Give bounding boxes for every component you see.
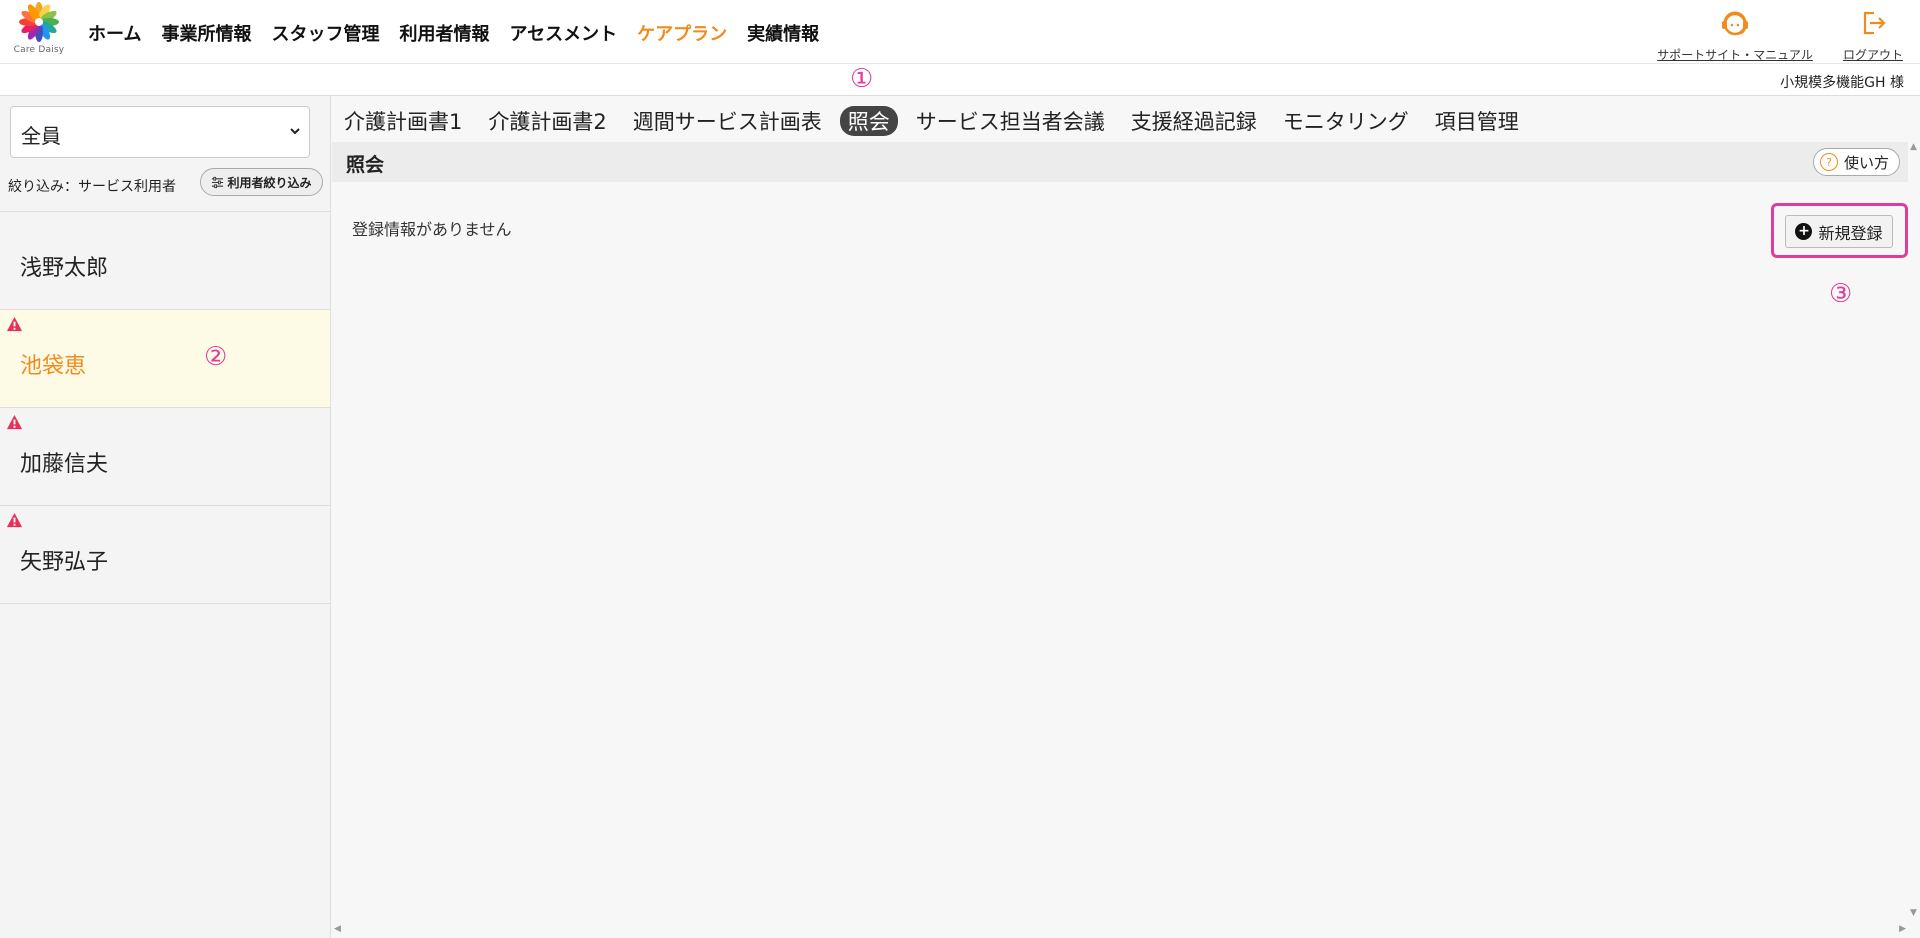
annotation-2: ② xyxy=(204,342,228,372)
headset-icon xyxy=(1722,11,1748,36)
user-item-kato[interactable]: 加藤信夫 xyxy=(0,408,330,506)
nav-user-info[interactable]: 利用者情報 xyxy=(399,20,489,46)
tab-item-management[interactable]: 項目管理 xyxy=(1435,106,1519,136)
how-to-use-button[interactable]: ? 使い方 xyxy=(1812,148,1900,176)
main-content: 介護計画書1 介護計画書2 週間サービス計画表 照会 サービス担当者会議 支援経… xyxy=(332,96,1920,938)
tab-weekly-service-plan[interactable]: 週間サービス計画表 xyxy=(633,106,822,136)
logout-link[interactable]: ログアウト xyxy=(1838,8,1908,63)
question-icon: ? xyxy=(1819,153,1838,171)
facility-name: 小規模多機能GH 様 xyxy=(1780,75,1904,91)
scroll-up-icon[interactable]: ▲ xyxy=(1910,142,1917,152)
user-item-yano[interactable]: 矢野弘子 xyxy=(0,506,330,604)
scroll-down-icon[interactable]: ▼ xyxy=(1910,908,1917,918)
nav-records[interactable]: 実績情報 xyxy=(747,20,819,46)
user-group-select[interactable]: 全員 xyxy=(10,106,310,158)
care-plan-tabs: 介護計画書1 介護計画書2 週間サービス計画表 照会 サービス担当者会議 支援経… xyxy=(344,106,1545,136)
user-sidebar: 全員 絞り込み：サービス利用者 利用者絞り込み 浅野太郎 池袋恵 ② 加藤信夫 … xyxy=(0,96,331,938)
annotation-1: ① xyxy=(850,64,874,94)
logo-text: Care Daisy xyxy=(13,45,65,55)
vertical-scrollbar[interactable]: ▲ ▼ xyxy=(1908,142,1920,918)
warning-icon xyxy=(6,316,23,332)
user-name: 加藤信夫 xyxy=(20,452,109,477)
support-site-link[interactable]: サポートサイト・マニュアル xyxy=(1654,8,1816,63)
user-name: 池袋恵 xyxy=(20,354,87,379)
user-filter-button-label: 利用者絞り込み xyxy=(227,175,312,190)
user-name: 浅野太郎 xyxy=(20,256,109,281)
sub-bar: ① 小規模多機能GH 様 xyxy=(0,64,1920,96)
tab-inquiry[interactable]: 照会 xyxy=(839,106,898,136)
tab-care-plan-1[interactable]: 介護計画書1 xyxy=(344,106,462,136)
user-list: 浅野太郎 池袋恵 ② 加藤信夫 矢野弘子 xyxy=(0,211,330,604)
filter-label: 絞り込み：サービス利用者 xyxy=(8,179,176,195)
nav-staff[interactable]: スタッフ管理 xyxy=(271,20,379,46)
daisy-logo-icon xyxy=(19,2,59,42)
warning-icon xyxy=(6,414,23,430)
section-header: 照会 ? 使い方 xyxy=(332,142,1908,182)
scroll-left-icon[interactable]: ◀ xyxy=(334,924,341,934)
user-name: 矢野弘子 xyxy=(20,550,109,575)
warning-icon xyxy=(6,512,23,528)
annotation-3: ③ xyxy=(1829,279,1853,309)
tab-care-plan-2[interactable]: 介護計画書2 xyxy=(488,106,606,136)
new-registration-highlight: + 新規登録 xyxy=(1771,203,1908,258)
user-item-asano[interactable]: 浅野太郎 xyxy=(0,212,330,310)
app-header: Care Daisy ホーム 事業所情報 スタッフ管理 利用者情報 アセスメント… xyxy=(0,0,1920,64)
nav-care-plan[interactable]: ケアプラン xyxy=(637,20,727,46)
filter-sliders-icon xyxy=(212,176,224,188)
nav-home[interactable]: ホーム xyxy=(88,20,141,46)
new-registration-label: 新規登録 xyxy=(1818,223,1883,243)
user-item-ikebukuro[interactable]: 池袋恵 ② xyxy=(0,310,330,408)
logout-icon xyxy=(1863,11,1886,35)
nav-office-info[interactable]: 事業所情報 xyxy=(161,20,251,46)
main-nav: ホーム 事業所情報 スタッフ管理 利用者情報 アセスメント ケアプラン 実績情報 xyxy=(88,20,839,46)
chevron-down-icon xyxy=(290,128,300,135)
support-site-label: サポートサイト・マニュアル xyxy=(1657,48,1813,62)
new-registration-button[interactable]: + 新規登録 xyxy=(1785,215,1893,248)
how-to-use-label: 使い方 xyxy=(1843,153,1889,172)
nav-assessment[interactable]: アセスメント xyxy=(509,20,617,46)
section-title: 照会 xyxy=(346,154,385,176)
user-filter-button[interactable]: 利用者絞り込み xyxy=(200,168,323,196)
logout-label: ログアウト xyxy=(1842,48,1903,62)
care-daisy-logo[interactable]: Care Daisy xyxy=(12,2,66,58)
horizontal-scrollbar[interactable]: ◀ ▶ xyxy=(332,922,1908,936)
plus-circle-icon: + xyxy=(1795,223,1813,240)
user-group-select-value: 全員 xyxy=(21,124,61,148)
tab-monitoring[interactable]: モニタリング xyxy=(1283,106,1409,136)
empty-message: 登録情報がありません xyxy=(352,220,512,239)
tab-service-meeting[interactable]: サービス担当者会議 xyxy=(916,106,1105,136)
tab-support-progress[interactable]: 支援経過記録 xyxy=(1131,106,1257,136)
scroll-right-icon[interactable]: ▶ xyxy=(1899,924,1906,934)
